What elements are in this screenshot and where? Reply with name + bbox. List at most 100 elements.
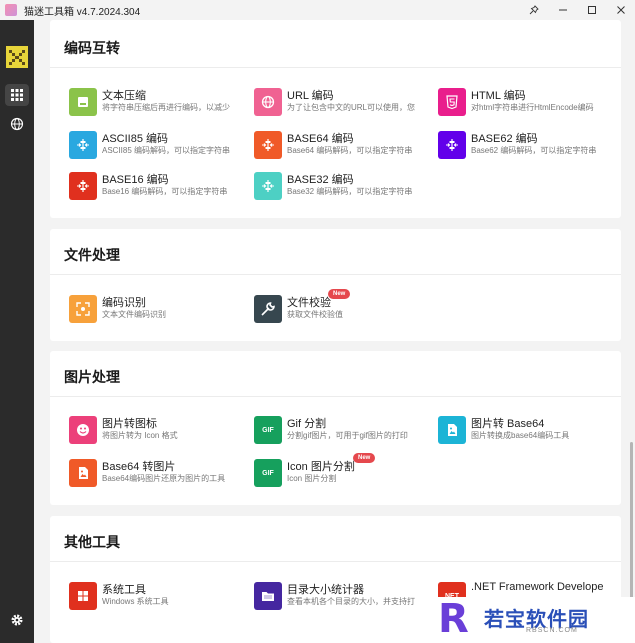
tool-desc: Icon 图片分割 xyxy=(287,474,337,483)
tool-name: 图片转图标 xyxy=(102,418,157,430)
new-badge: New xyxy=(328,289,351,299)
tool-desc: Windows 系统工具 xyxy=(102,597,169,606)
tool-base64-encode[interactable]: BASE64 编码 Base64 编码解码，可以指定字符串 xyxy=(254,130,426,160)
main-content: 编码互转 文本压缩 将字符串压缩后再进行编码，以减少 URL 编码 为了让包含中… xyxy=(34,20,635,643)
tool-desc: Base16 编码解码，可以指定字符串 xyxy=(102,187,228,196)
sidebar xyxy=(0,20,34,643)
tool-icon-split[interactable]: GIF Icon 图片分割 New Icon 图片分割 xyxy=(254,453,426,488)
divider xyxy=(50,274,621,275)
tool-system-tools[interactable]: 系统工具 Windows 系统工具 xyxy=(69,581,241,611)
tool-desc: 文本文件编码识别 xyxy=(102,310,166,319)
tool-name: BASE32 编码 xyxy=(287,174,354,186)
tool-desc: ASCII85 编码解码，可以指定字符串 xyxy=(102,146,231,155)
tool-desc: 获取文件校验值 xyxy=(287,310,343,319)
tool-name: Gif 分割 xyxy=(287,418,327,430)
tool-base32-encode[interactable]: BASE32 编码 Base32 编码解码，可以指定字符串 xyxy=(254,171,426,201)
section-encoding: 编码互转 文本压缩 将字符串压缩后再进行编码，以减少 URL 编码 为了让包含中… xyxy=(50,20,621,218)
image-file-icon xyxy=(69,459,97,487)
smiley-icon xyxy=(69,416,97,444)
tool-ascii85-encode[interactable]: ASCII85 编码 ASCII85 编码解码，可以指定字符串 xyxy=(69,130,241,160)
maximize-icon xyxy=(587,6,596,14)
tool-name: 目录大小统计器 xyxy=(287,584,364,596)
tool-desc: Base64编码图片还原为图片的工具 xyxy=(102,474,226,483)
code-transform-icon xyxy=(69,131,97,159)
tool-desc: 查看本机各个目录的大小，并支持打 xyxy=(287,597,415,606)
close-button[interactable] xyxy=(606,0,635,20)
folder-icon xyxy=(254,582,282,610)
tool-desc: 将图片转为 Icon 格式 xyxy=(102,431,178,440)
pin-button[interactable] xyxy=(519,0,548,20)
gif-icon: GIF xyxy=(254,459,282,487)
tool-base64-to-image[interactable]: Base64 转图片 Base64编码图片还原为图片的工具 xyxy=(69,458,241,488)
title-bar: 猫迷工具箱 v4.7.2024.304 xyxy=(0,0,635,20)
code-transform-icon xyxy=(438,131,466,159)
tool-name: 编码识别 xyxy=(102,297,146,309)
tool-name: URL 编码 xyxy=(287,90,334,102)
apps-grid-icon xyxy=(11,89,23,101)
code-transform-icon xyxy=(254,172,282,200)
app-mascot-icon xyxy=(6,46,28,68)
close-icon xyxy=(616,6,625,14)
code-transform-icon xyxy=(69,172,97,200)
wrench-icon xyxy=(254,295,282,323)
tool-name: .NET Framework Develope xyxy=(471,581,604,593)
gif-label: GIF xyxy=(262,469,274,477)
tool-base16-encode[interactable]: BASE16 编码 Base16 编码解码，可以指定字符串 xyxy=(69,171,241,201)
tool-name: HTML 编码 xyxy=(471,90,526,102)
tool-desc: 图片转换成base64编码工具 xyxy=(471,431,570,440)
window-title: 猫迷工具箱 v4.7.2024.304 xyxy=(24,6,141,18)
tool-desc: Base62 编码解码，可以指定字符串 xyxy=(471,146,597,155)
tool-name: ASCII85 编码 xyxy=(102,133,169,145)
gif-icon: GIF xyxy=(254,416,282,444)
watermark-logo: R xyxy=(438,596,469,642)
tool-desc: Base64 编码解码，可以指定字符串 xyxy=(287,146,413,155)
tool-name: 系统工具 xyxy=(102,584,146,596)
gif-label: GIF xyxy=(262,426,274,434)
divider xyxy=(50,396,621,397)
tool-file-checksum[interactable]: 文件校验 New 获取文件校验值 xyxy=(254,289,426,324)
settings-button[interactable] xyxy=(5,609,29,631)
app-logo-icon xyxy=(5,4,17,16)
compress-icon xyxy=(69,88,97,116)
tool-name: BASE16 编码 xyxy=(102,174,169,186)
tool-text-compress[interactable]: 文本压缩 将字符串压缩后再进行编码，以减少 xyxy=(69,87,241,117)
tool-desc: 为了让包含中文的URL可以使用，您 xyxy=(287,103,416,112)
divider xyxy=(50,561,621,562)
tool-name: Base64 转图片 xyxy=(102,461,176,473)
tool-base62-encode[interactable]: BASE62 编码 Base62 编码解码，可以指定字符串 xyxy=(438,130,610,160)
section-title: 其他工具 xyxy=(64,534,120,550)
tool-encoding-detect[interactable]: 编码识别 文本文件编码识别 xyxy=(69,294,241,324)
window-controls xyxy=(519,0,635,20)
code-transform-icon xyxy=(254,131,282,159)
minimize-button[interactable] xyxy=(548,0,577,20)
globe-icon xyxy=(10,117,24,131)
section-file: 文件处理 编码识别 文本文件编码识别 文件校验 New 获取文件校验值 xyxy=(50,229,621,341)
tool-url-encode[interactable]: URL 编码 为了让包含中文的URL可以使用，您 xyxy=(254,87,426,117)
image-file-icon xyxy=(438,416,466,444)
tool-gif-split[interactable]: GIF Gif 分割 分割gif图片，可用于gif图片的打印 xyxy=(254,415,426,445)
windows-logo-icon xyxy=(69,582,97,610)
tool-name: 图片转 Base64 xyxy=(471,418,545,430)
new-badge: New xyxy=(353,453,376,463)
divider xyxy=(50,67,621,68)
html5-icon xyxy=(438,88,466,116)
tool-folder-size[interactable]: 目录大小统计器 查看本机各个目录的大小，并支持打 xyxy=(254,581,426,611)
tool-name: BASE62 编码 xyxy=(471,133,538,145)
scan-frame-icon xyxy=(69,295,97,323)
tool-html-encode[interactable]: HTML 编码 对html字符串进行HtmlEncode编码 xyxy=(438,87,610,117)
tool-desc: 对html字符串进行HtmlEncode编码 xyxy=(471,103,594,112)
tool-name: 文本压缩 xyxy=(102,90,146,102)
sidebar-item-tools[interactable] xyxy=(5,84,29,106)
section-title: 文件处理 xyxy=(64,247,120,263)
section-title: 图片处理 xyxy=(64,369,120,385)
watermark-url: RBSCN.COM xyxy=(526,627,578,634)
section-title: 编码互转 xyxy=(64,40,120,56)
globe-icon xyxy=(254,88,282,116)
tool-name: BASE64 编码 xyxy=(287,133,354,145)
tool-name: 文件校验 xyxy=(287,297,331,309)
tool-image-to-icon[interactable]: 图片转图标 将图片转为 Icon 格式 xyxy=(69,415,241,445)
minimize-icon xyxy=(558,9,567,11)
tool-image-to-base64[interactable]: 图片转 Base64 图片转换成base64编码工具 xyxy=(438,415,610,445)
sidebar-item-web[interactable] xyxy=(5,113,29,135)
maximize-button[interactable] xyxy=(577,0,606,20)
